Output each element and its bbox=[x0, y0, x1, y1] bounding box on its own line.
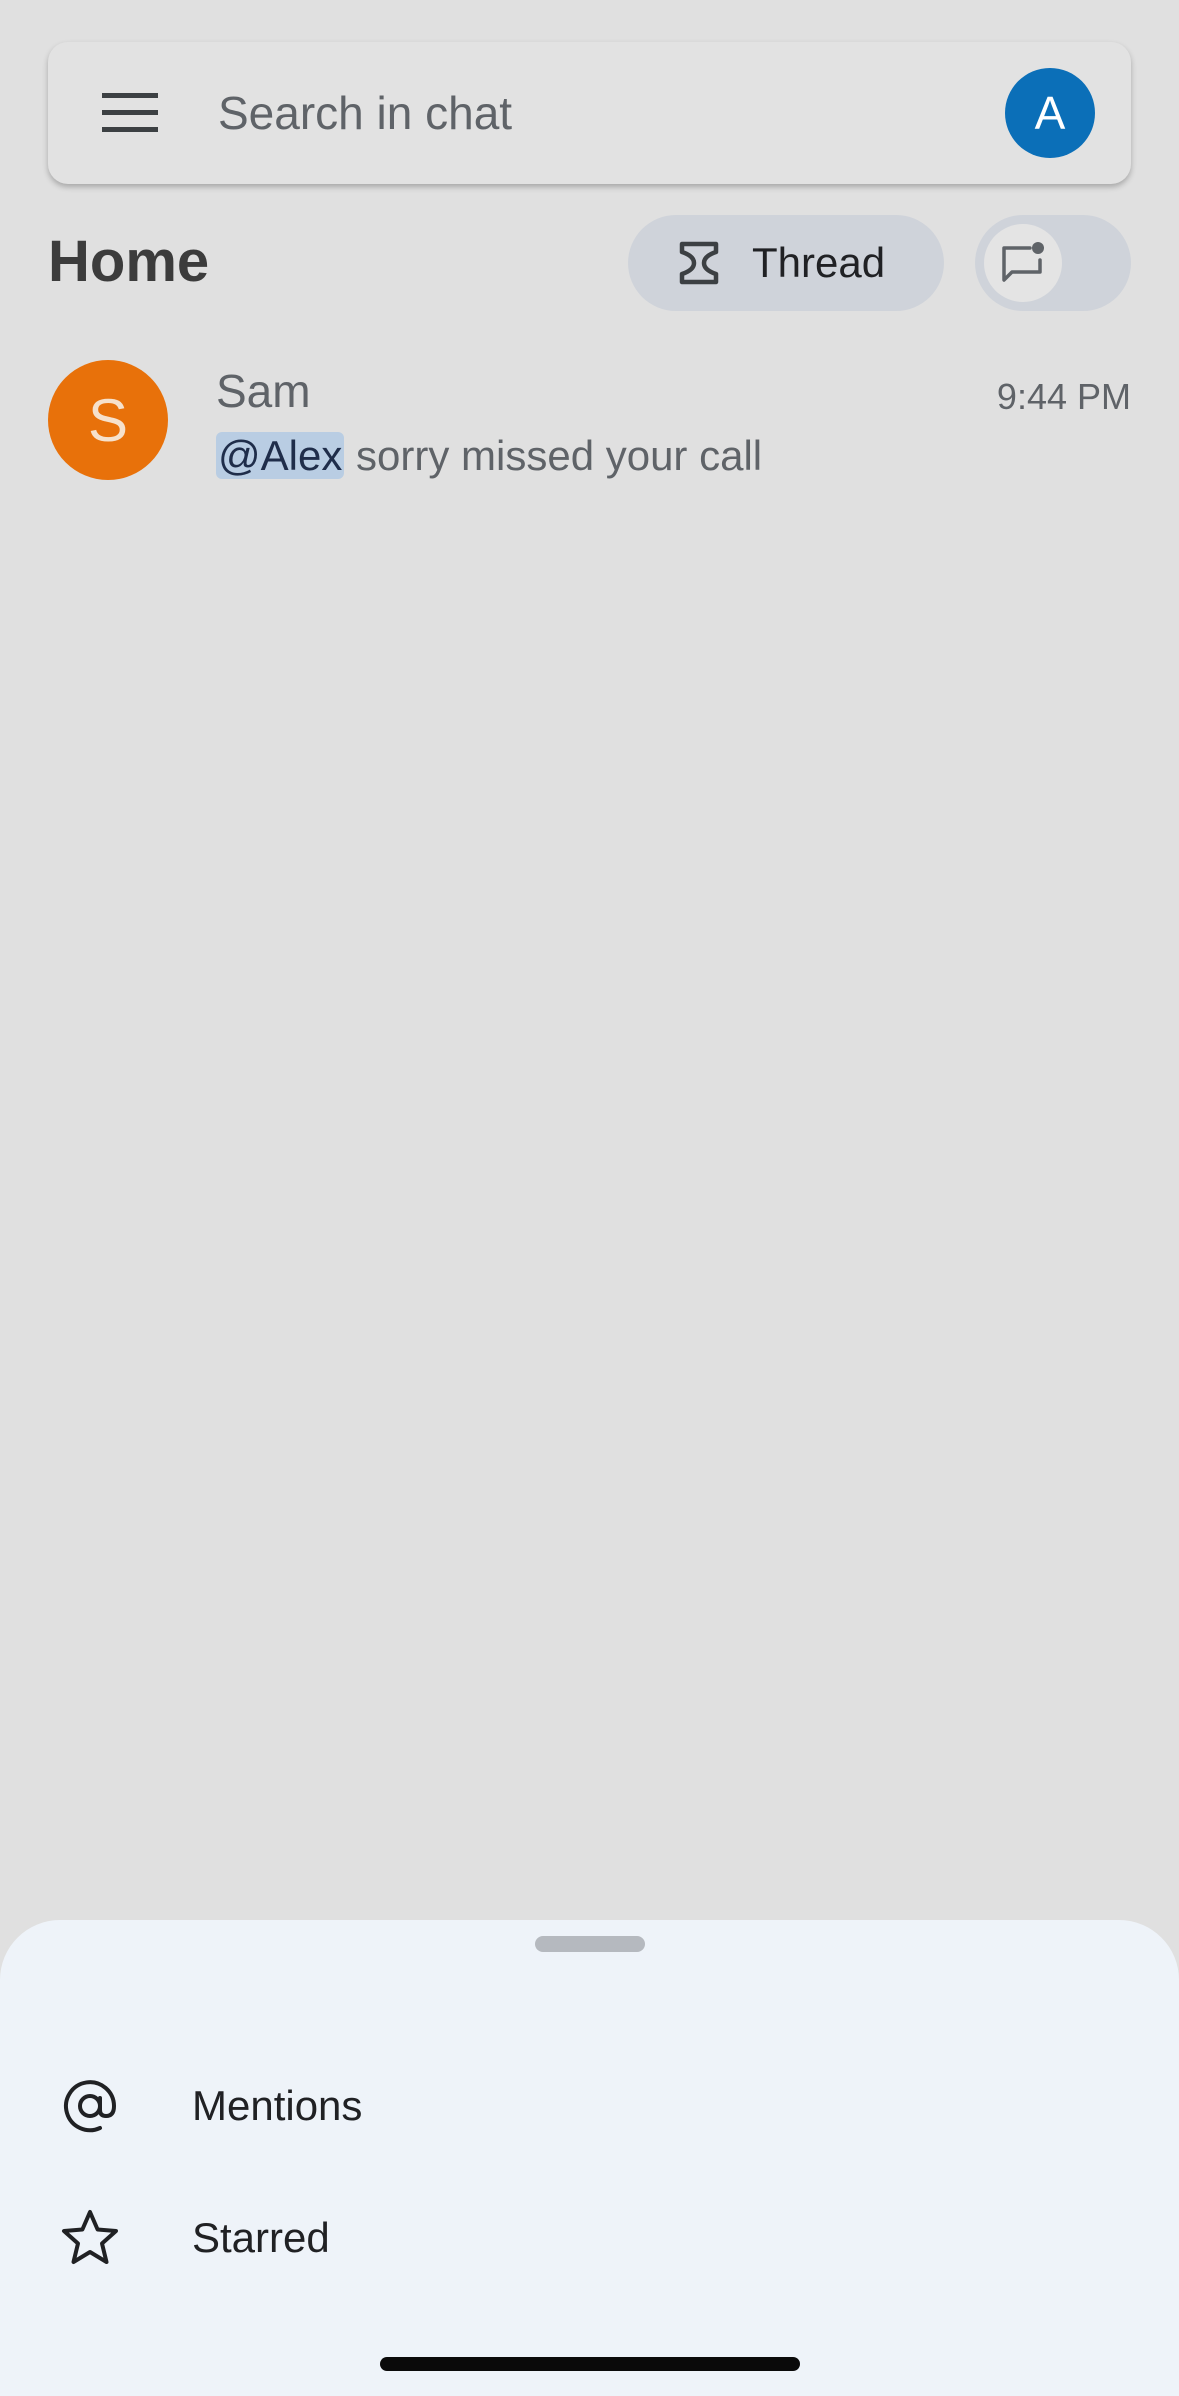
mentions-label: Mentions bbox=[192, 2082, 363, 2129]
message-text: sorry missed your call bbox=[344, 432, 763, 479]
drag-handle[interactable] bbox=[535, 1936, 645, 1952]
search-bar[interactable]: Search in chat A bbox=[48, 42, 1131, 184]
mention-chip: @Alex bbox=[216, 432, 345, 479]
conversation-item[interactable]: S Sam 9:44 PM @Alex sorry missed your ca… bbox=[0, 350, 1179, 500]
star-icon bbox=[62, 2210, 118, 2264]
starred-label: Starred bbox=[192, 2214, 330, 2261]
thread-chip-label: Thread bbox=[752, 239, 886, 286]
chat-home-screen: Search in chat A Home Thread S Sam 9:44 … bbox=[0, 0, 1179, 2396]
thread-icon bbox=[679, 241, 719, 285]
page-title: Home bbox=[48, 229, 210, 294]
sheet-item-starred[interactable]: Starred bbox=[0, 2178, 1179, 2298]
sender-avatar: S bbox=[48, 360, 168, 480]
toggle-knob[interactable] bbox=[984, 224, 1062, 302]
hamburger-menu-icon bbox=[102, 93, 158, 132]
message-timestamp: 9:44 PM bbox=[996, 376, 1131, 417]
thread-filter-chip[interactable]: Thread bbox=[628, 215, 944, 311]
search-input[interactable]: Search in chat bbox=[218, 86, 1005, 140]
home-indicator[interactable] bbox=[380, 2357, 800, 2371]
account-avatar[interactable]: A bbox=[1005, 68, 1095, 158]
at-sign-icon bbox=[64, 2080, 117, 2133]
message-preview: @Alex sorry missed your call bbox=[216, 432, 762, 480]
bottom-sheet: Mentions Starred bbox=[0, 1920, 1179, 2396]
unread-toggle[interactable] bbox=[975, 215, 1131, 311]
menu-button[interactable] bbox=[100, 83, 160, 143]
sheet-item-mentions[interactable]: Mentions bbox=[0, 2046, 1179, 2166]
sender-name: Sam bbox=[216, 365, 311, 417]
unread-message-icon bbox=[1002, 242, 1044, 282]
